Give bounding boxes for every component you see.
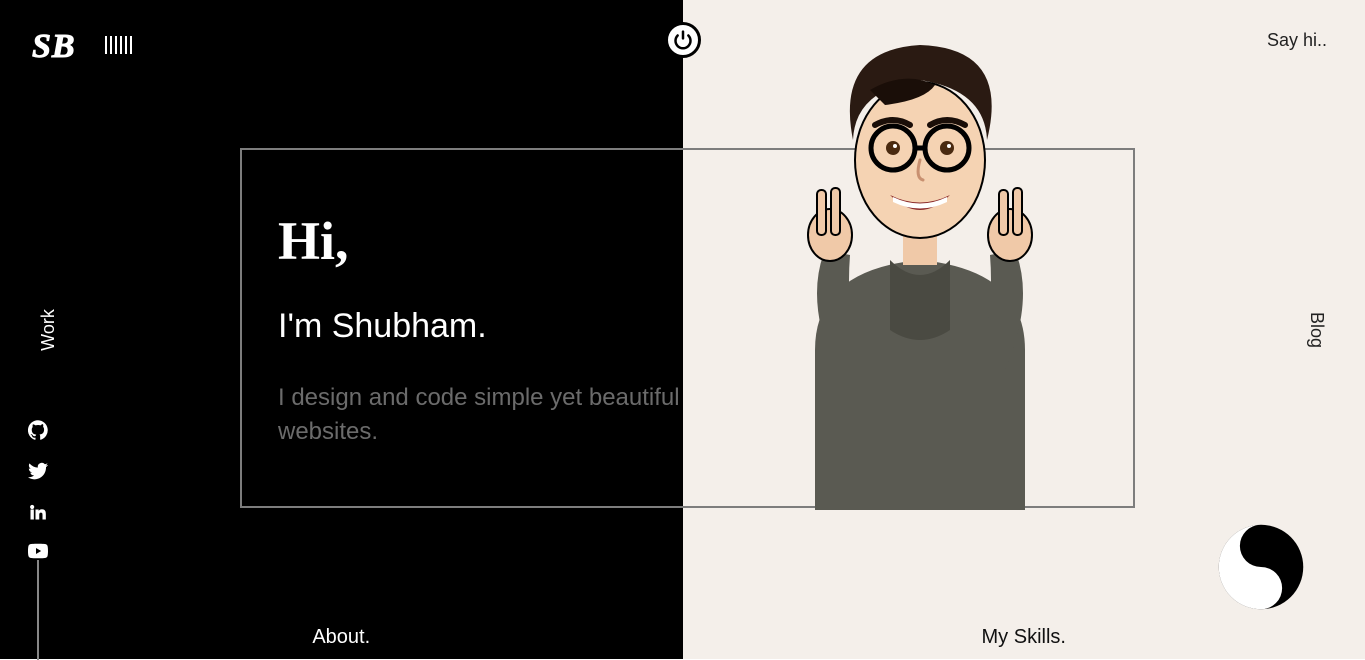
- yin-yang-button[interactable]: [1217, 523, 1305, 611]
- power-icon: [673, 30, 693, 50]
- blog-link[interactable]: Blog: [1306, 311, 1327, 347]
- say-hi-link[interactable]: Say hi..: [1267, 30, 1327, 51]
- social-links: [28, 420, 48, 564]
- linkedin-icon[interactable]: [28, 502, 48, 527]
- github-icon[interactable]: [28, 420, 48, 445]
- avatar: [775, 20, 1065, 510]
- hero-tagline: I design and code simple yet beautiful w…: [278, 381, 698, 448]
- logo[interactable]: SB: [32, 28, 76, 66]
- yin-yang-icon: [1217, 523, 1305, 611]
- power-button[interactable]: [665, 22, 701, 58]
- work-link[interactable]: Work: [38, 309, 59, 351]
- twitter-icon[interactable]: [28, 461, 48, 486]
- bottom-links: About. My Skills.: [0, 626, 1365, 649]
- about-link[interactable]: About.: [0, 626, 683, 649]
- skills-link[interactable]: My Skills.: [683, 626, 1365, 649]
- menu-icon[interactable]: [105, 36, 132, 54]
